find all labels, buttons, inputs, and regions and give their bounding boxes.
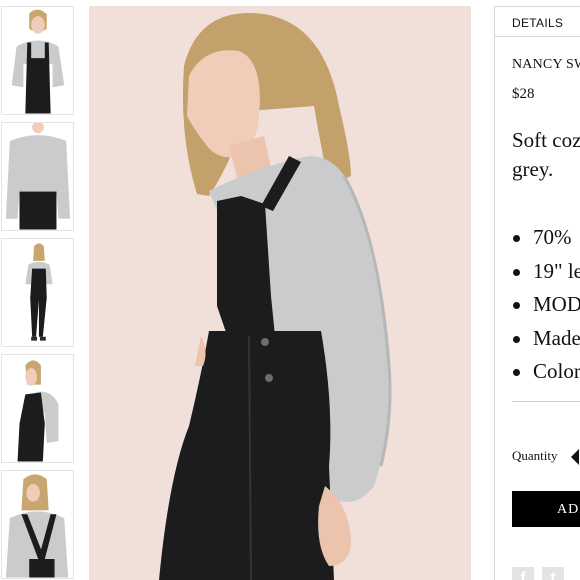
tab-details[interactable]: DETAILS: [495, 7, 580, 37]
facebook-share-icon[interactable]: f: [512, 567, 534, 580]
description-line: grey.: [512, 157, 554, 181]
thumbnail-full-length[interactable]: [1, 238, 74, 347]
divider: [512, 401, 580, 402]
feature-item: Color: [512, 355, 580, 389]
feature-item: 19" le: [512, 255, 580, 289]
quantity-label: Quantity: [512, 448, 558, 463]
thumbnail-side-view[interactable]: [1, 354, 74, 463]
product-name: NANCY SWEATER: [512, 57, 580, 72]
main-product-image[interactable]: [89, 6, 471, 580]
thumbnail-sweater-closeup[interactable]: [1, 122, 74, 231]
product-price: $28: [512, 86, 535, 102]
details-panel: DETAILS NANCY SWEATER $28 Soft cozy grey…: [494, 6, 580, 580]
description-line: Soft cozy: [512, 128, 580, 152]
feature-list: 70% 19" le MOD Made Color: [512, 221, 580, 389]
feature-item: MOD: [512, 288, 580, 322]
thumbnail-front-view[interactable]: [1, 6, 74, 115]
feature-item: Made: [512, 322, 580, 356]
add-to-bag-button[interactable]: ADD TO BAG: [512, 491, 580, 527]
feature-item: 70%: [512, 221, 580, 255]
quantity-decrease-arrow-icon[interactable]: [571, 449, 579, 465]
thumbnail-back-view[interactable]: [1, 470, 74, 579]
product-description: Soft cozy grey.: [512, 126, 580, 184]
twitter-share-icon[interactable]: t: [542, 567, 564, 580]
